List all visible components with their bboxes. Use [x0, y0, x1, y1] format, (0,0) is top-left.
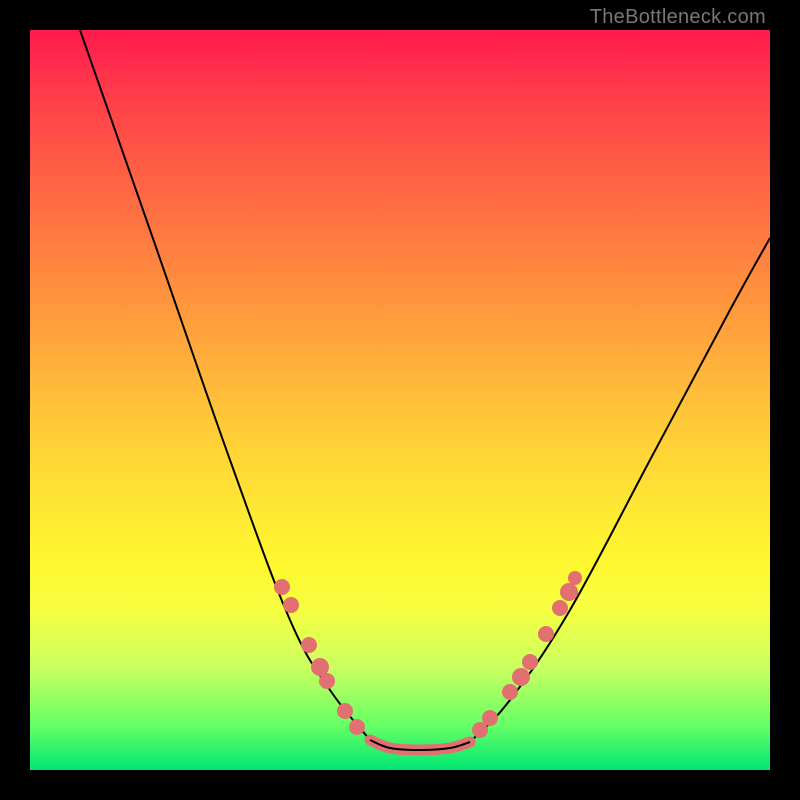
data-dot	[568, 571, 582, 585]
curve-left-branch	[80, 30, 370, 740]
data-dot	[349, 719, 365, 735]
data-dot	[319, 673, 335, 689]
attribution-label: TheBottleneck.com	[590, 6, 766, 29]
data-dot	[482, 710, 498, 726]
data-dot	[538, 626, 554, 642]
data-dot	[502, 684, 518, 700]
curve-trough-highlight	[370, 740, 470, 750]
chart-frame: TheBottleneck.com	[0, 0, 800, 800]
data-dot	[560, 583, 578, 601]
dot-cluster-left	[274, 579, 365, 735]
curve-right-branch	[470, 238, 770, 742]
data-dot	[337, 703, 353, 719]
dot-cluster-right	[472, 571, 582, 738]
data-dot	[512, 668, 530, 686]
data-dot	[552, 600, 568, 616]
chart-svg	[30, 30, 770, 770]
data-dot	[522, 654, 538, 670]
chart-plot-area	[30, 30, 770, 770]
data-dot	[301, 637, 317, 653]
data-dot	[283, 597, 299, 613]
data-dot	[274, 579, 290, 595]
